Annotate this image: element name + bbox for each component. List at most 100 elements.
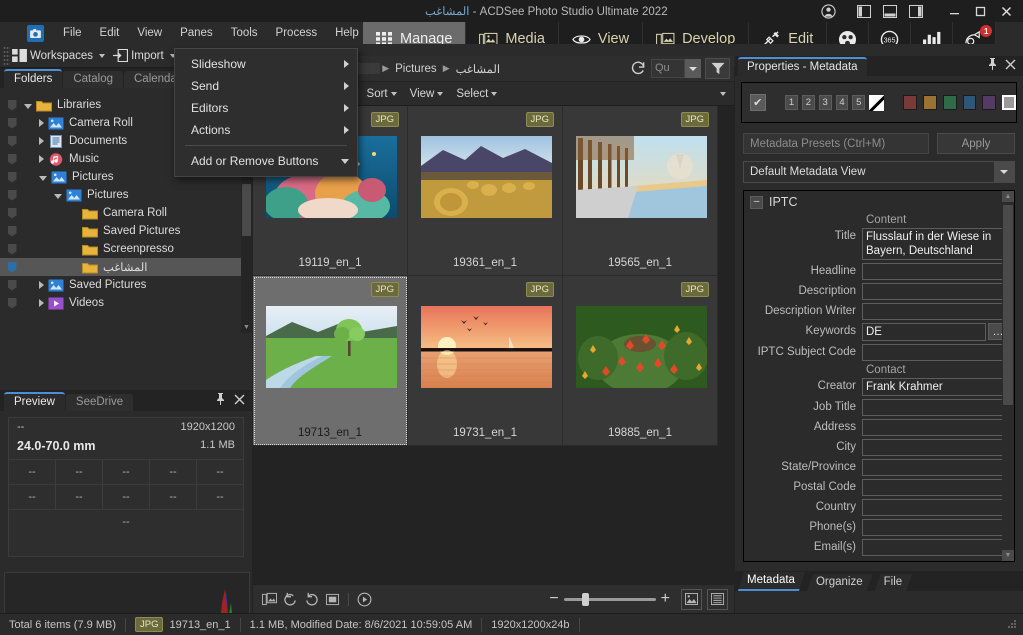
expand-arrow-icon[interactable]: [39, 119, 44, 127]
color-label-none-button[interactable]: [1002, 95, 1016, 110]
select-button[interactable]: Select: [450, 86, 502, 102]
menu-edit[interactable]: Edit: [91, 25, 129, 41]
metadata-field-value[interactable]: [862, 344, 1008, 361]
color-label-blue-button[interactable]: [962, 95, 977, 110]
menu-item-actions[interactable]: Actions: [175, 119, 357, 141]
color-label-red-button[interactable]: [903, 95, 918, 110]
account-icon[interactable]: [815, 0, 841, 22]
image-view-icon[interactable]: [681, 588, 702, 610]
folder-flag-icon[interactable]: [2, 99, 22, 111]
metadata-field-value[interactable]: [862, 419, 1008, 436]
sort-button[interactable]: Sort: [361, 86, 402, 102]
properties-metadata-tab[interactable]: Properties - Metadata: [738, 57, 867, 76]
view-button[interactable]: View: [404, 86, 449, 102]
metadata-view-select[interactable]: Default Metadata View: [743, 161, 1015, 183]
metadata-fields-panel[interactable]: – IPTC Content Title Flusslauf in der Wie…: [743, 190, 1015, 562]
workspaces-button[interactable]: Workspaces: [10, 45, 111, 67]
rotate-left-icon[interactable]: [280, 589, 301, 610]
menu-view[interactable]: View: [128, 25, 171, 41]
collapse-arrow-icon[interactable]: [24, 103, 32, 109]
menu-item-add-remove-buttons[interactable]: Add or Remove Buttons: [175, 150, 357, 172]
preview-pin-icon[interactable]: [215, 393, 226, 408]
color-label-purple-button[interactable]: [982, 95, 997, 110]
list-view-icon[interactable]: [707, 588, 728, 610]
iptc-section-header[interactable]: – IPTC: [744, 191, 1014, 211]
color-label-green-button[interactable]: [942, 95, 957, 110]
folder-flag-icon[interactable]: [2, 225, 22, 237]
rotate-right-icon[interactable]: [301, 589, 322, 610]
folder-tree-item[interactable]: المشاغب: [0, 258, 252, 276]
metadata-scroll-thumb[interactable]: [1003, 205, 1013, 405]
stop-icon[interactable]: [322, 589, 343, 610]
zoom-out-button[interactable]: −: [549, 591, 558, 607]
apply-button[interactable]: Apply: [937, 133, 1015, 154]
folder-tree-item[interactable]: Screenpresso: [0, 240, 252, 258]
metadata-field-value[interactable]: Frank Krahmer: [862, 378, 1008, 396]
metadata-field-value[interactable]: DE: [862, 323, 986, 341]
slideshow-icon[interactable]: [354, 589, 375, 610]
metadata-presets-select[interactable]: Metadata Presets (Ctrl+M): [743, 133, 929, 154]
workspaces-caret-icon[interactable]: [99, 53, 106, 58]
rating-3-button[interactable]: 3: [818, 95, 832, 110]
expand-arrow-icon[interactable]: [39, 281, 44, 289]
collapse-arrow-icon[interactable]: [54, 193, 62, 199]
folder-tree-item[interactable]: Pictures: [0, 186, 252, 204]
search-dropdown-button[interactable]: [685, 59, 701, 78]
thumbnail-view-icon[interactable]: [259, 589, 280, 610]
refresh-icon[interactable]: [625, 61, 651, 76]
tab-file[interactable]: File: [875, 574, 913, 591]
collapse-icon[interactable]: –: [750, 195, 763, 209]
breadcrumb-folder[interactable]: المشاغب: [452, 62, 504, 76]
thumbnail-item[interactable]: JPG 19713_en_1: [253, 276, 408, 446]
metadata-field-value[interactable]: [862, 539, 1008, 556]
menu-item-editors[interactable]: Editors: [175, 97, 357, 119]
preview-close-icon[interactable]: [234, 394, 245, 408]
thumbnail-grid[interactable]: JPG 19119_en_1 JPG 19361_en_1 JPG 19565_en_1 …: [253, 106, 734, 584]
folder-flag-icon[interactable]: [2, 117, 22, 129]
folder-tree-item[interactable]: Saved Pictures: [0, 222, 252, 240]
scroll-down-icon[interactable]: ▼: [241, 322, 252, 333]
metadata-scroll-down-icon[interactable]: ▼: [1002, 550, 1014, 561]
menu-help[interactable]: Help: [326, 25, 368, 41]
metadata-scroll-up-icon[interactable]: ▲: [1002, 191, 1014, 202]
thumbnail-item[interactable]: JPG 19731_en_1: [408, 276, 563, 446]
metadata-field-value[interactable]: [862, 283, 1008, 300]
folder-flag-icon[interactable]: [2, 297, 22, 309]
tab-metadata[interactable]: Metadata: [738, 572, 805, 591]
metadata-field-value[interactable]: [862, 303, 1008, 320]
menu-process[interactable]: Process: [267, 25, 327, 41]
filterbar-overflow-icon[interactable]: [720, 91, 726, 96]
select-all-checkbox[interactable]: ✔: [750, 94, 766, 111]
zoom-track[interactable]: [563, 592, 656, 606]
bottom-pane-toggle-icon[interactable]: [877, 0, 903, 22]
rating-4-button[interactable]: 4: [835, 95, 849, 110]
zoom-in-button[interactable]: +: [661, 591, 670, 607]
folder-flag-icon[interactable]: [2, 189, 22, 201]
close-button[interactable]: [993, 0, 1019, 22]
metadata-field-value[interactable]: [862, 399, 1008, 416]
metadata-field-value[interactable]: Flusslauf in der Wiese in Bayern, Deutsc…: [862, 228, 1008, 260]
search-input[interactable]: Qu: [651, 59, 685, 78]
toolbar-grip[interactable]: [3, 45, 10, 66]
rating-none-button[interactable]: [869, 94, 884, 111]
folder-tree-item[interactable]: Videos: [0, 294, 252, 312]
collapse-arrow-icon[interactable]: [39, 175, 47, 181]
expand-arrow-icon[interactable]: [39, 155, 44, 163]
minimize-button[interactable]: [941, 0, 967, 22]
metadata-field-value[interactable]: [862, 519, 1008, 536]
expand-arrow-icon[interactable]: [39, 299, 44, 307]
filter-icon[interactable]: [705, 58, 730, 79]
folder-flag-icon[interactable]: [2, 153, 22, 165]
properties-close-icon[interactable]: [1005, 59, 1016, 73]
thumbnail-item[interactable]: JPG 19885_en_1: [563, 276, 718, 446]
breadcrumb-pictures[interactable]: Pictures: [391, 63, 441, 75]
folder-tree-item[interactable]: Camera Roll: [0, 204, 252, 222]
left-pane-toggle-icon[interactable]: [851, 0, 877, 22]
metadata-field-value[interactable]: [862, 459, 1008, 476]
folder-flag-icon[interactable]: [2, 243, 22, 255]
zoom-knob[interactable]: [581, 592, 589, 606]
folder-flag-icon[interactable]: [2, 135, 22, 147]
metadata-field-value[interactable]: [862, 499, 1008, 516]
folder-flag-icon[interactable]: [2, 279, 22, 291]
tab-preview[interactable]: Preview: [4, 392, 65, 411]
